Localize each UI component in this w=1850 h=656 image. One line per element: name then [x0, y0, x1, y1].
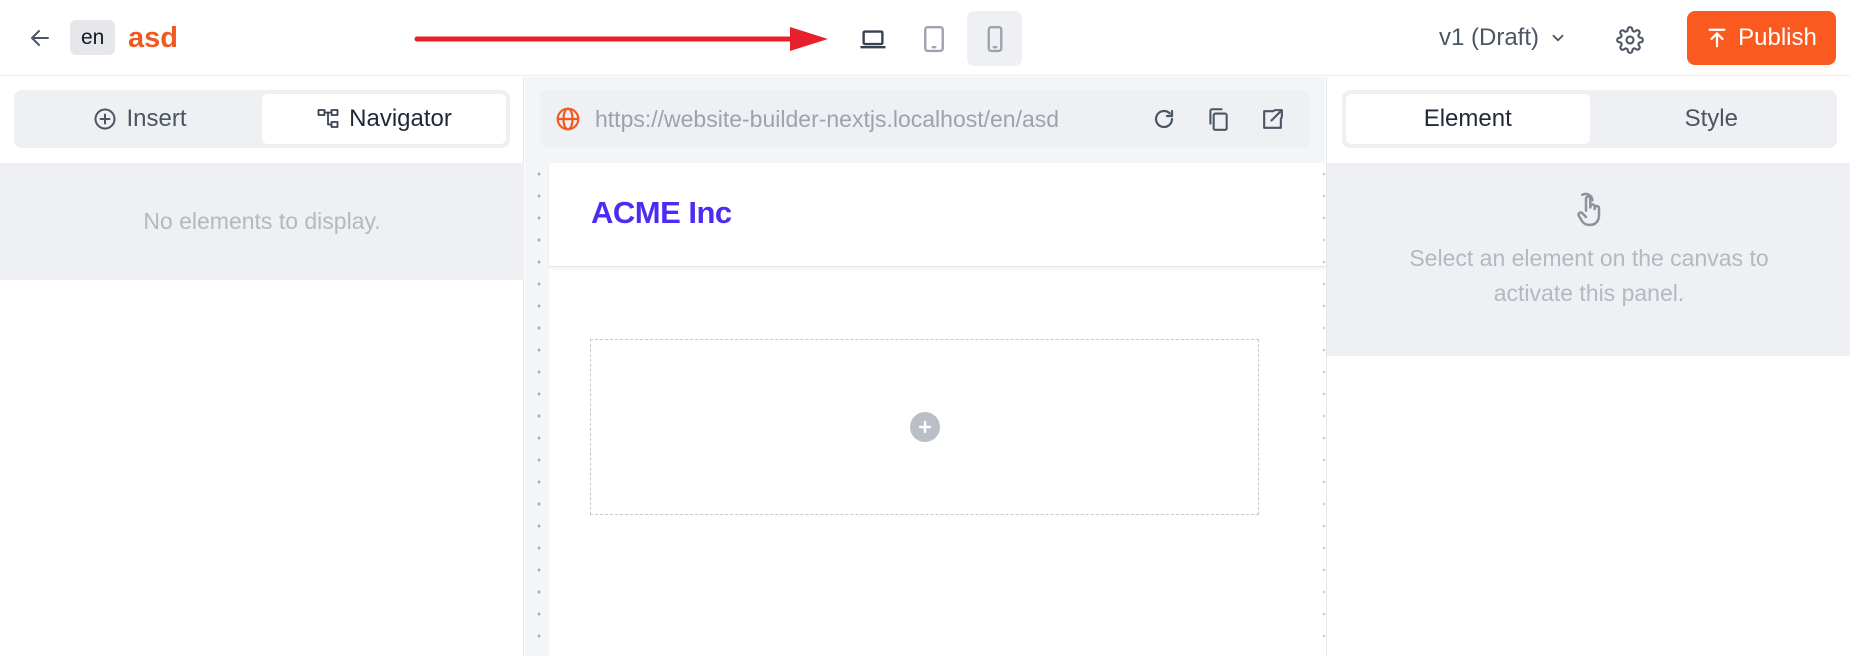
- device-switcher: [845, 11, 1022, 66]
- settings-button[interactable]: [1613, 23, 1647, 57]
- tab-navigator-label: Navigator: [349, 105, 452, 132]
- canvas-area: https://website-builder-nextjs.localhost…: [525, 77, 1326, 656]
- brand-logo-text[interactable]: ACME Inc: [591, 195, 732, 231]
- tree-structure-icon: [317, 109, 339, 128]
- navigator-empty-state: No elements to display.: [0, 163, 524, 280]
- add-section-dropzone[interactable]: [590, 339, 1259, 515]
- device-tablet-button[interactable]: [906, 11, 961, 66]
- version-label: v1 (Draft): [1439, 24, 1540, 51]
- left-panel-tabs: Insert Navigator: [14, 90, 510, 148]
- laptop-icon: [860, 29, 885, 48]
- open-external-button[interactable]: [1256, 103, 1288, 135]
- right-panel-tabs: Element Style: [1342, 90, 1837, 148]
- element-empty-text: Select an element on the canvas to activ…: [1409, 245, 1769, 306]
- version-select[interactable]: v1 (Draft): [1439, 20, 1567, 56]
- page-header[interactable]: ACME Inc: [549, 163, 1326, 267]
- tab-element[interactable]: Element: [1346, 94, 1590, 144]
- annotation-arrow: [414, 27, 828, 51]
- canvas-ruler-left: [537, 163, 541, 656]
- gear-icon: [1616, 26, 1644, 54]
- page-preview: ACME Inc: [549, 163, 1326, 656]
- publish-button[interactable]: Publish: [1687, 11, 1836, 65]
- device-laptop-button[interactable]: [845, 11, 900, 66]
- tab-insert[interactable]: Insert: [18, 94, 262, 144]
- url-text[interactable]: https://website-builder-nextjs.localhost…: [595, 106, 1059, 133]
- arrow-left-icon: [31, 30, 49, 46]
- refresh-icon: [1154, 109, 1174, 129]
- tab-style-label: Style: [1684, 105, 1738, 132]
- tablet-icon: [923, 25, 944, 52]
- copy-url-button[interactable]: [1202, 103, 1234, 135]
- plus-circle-icon: [94, 108, 116, 130]
- device-phone-button[interactable]: [967, 11, 1022, 66]
- tab-insert-label: Insert: [126, 105, 187, 132]
- plus-icon: [918, 420, 931, 434]
- publish-label: Publish: [1738, 24, 1817, 51]
- add-block-button[interactable]: [909, 412, 940, 442]
- upload-icon: [1708, 28, 1726, 48]
- element-empty-state: Select an element on the canvas to activ…: [1327, 163, 1850, 356]
- left-panel: Insert Navigator No elements to display.: [0, 77, 524, 656]
- site-name: asd: [128, 22, 178, 54]
- right-panel: Element Style Select an element on the c…: [1326, 77, 1850, 656]
- tab-style[interactable]: Style: [1590, 94, 1834, 144]
- tab-navigator[interactable]: Navigator: [262, 94, 506, 144]
- refresh-button[interactable]: [1148, 103, 1180, 135]
- hand-pointer-icon: [1577, 192, 1601, 227]
- tab-element-label: Element: [1423, 105, 1512, 132]
- phone-icon: [987, 25, 1002, 52]
- top-bar: en asd v1 (Draft) Publish: [0, 0, 1850, 76]
- url-actions: [1148, 103, 1288, 135]
- copy-icon: [1209, 108, 1228, 131]
- external-link-icon: [1262, 108, 1283, 129]
- globe-icon: [554, 105, 582, 133]
- locale-badge[interactable]: en: [70, 20, 116, 55]
- back-button[interactable]: [26, 24, 54, 52]
- chevron-down-icon: [1552, 34, 1564, 42]
